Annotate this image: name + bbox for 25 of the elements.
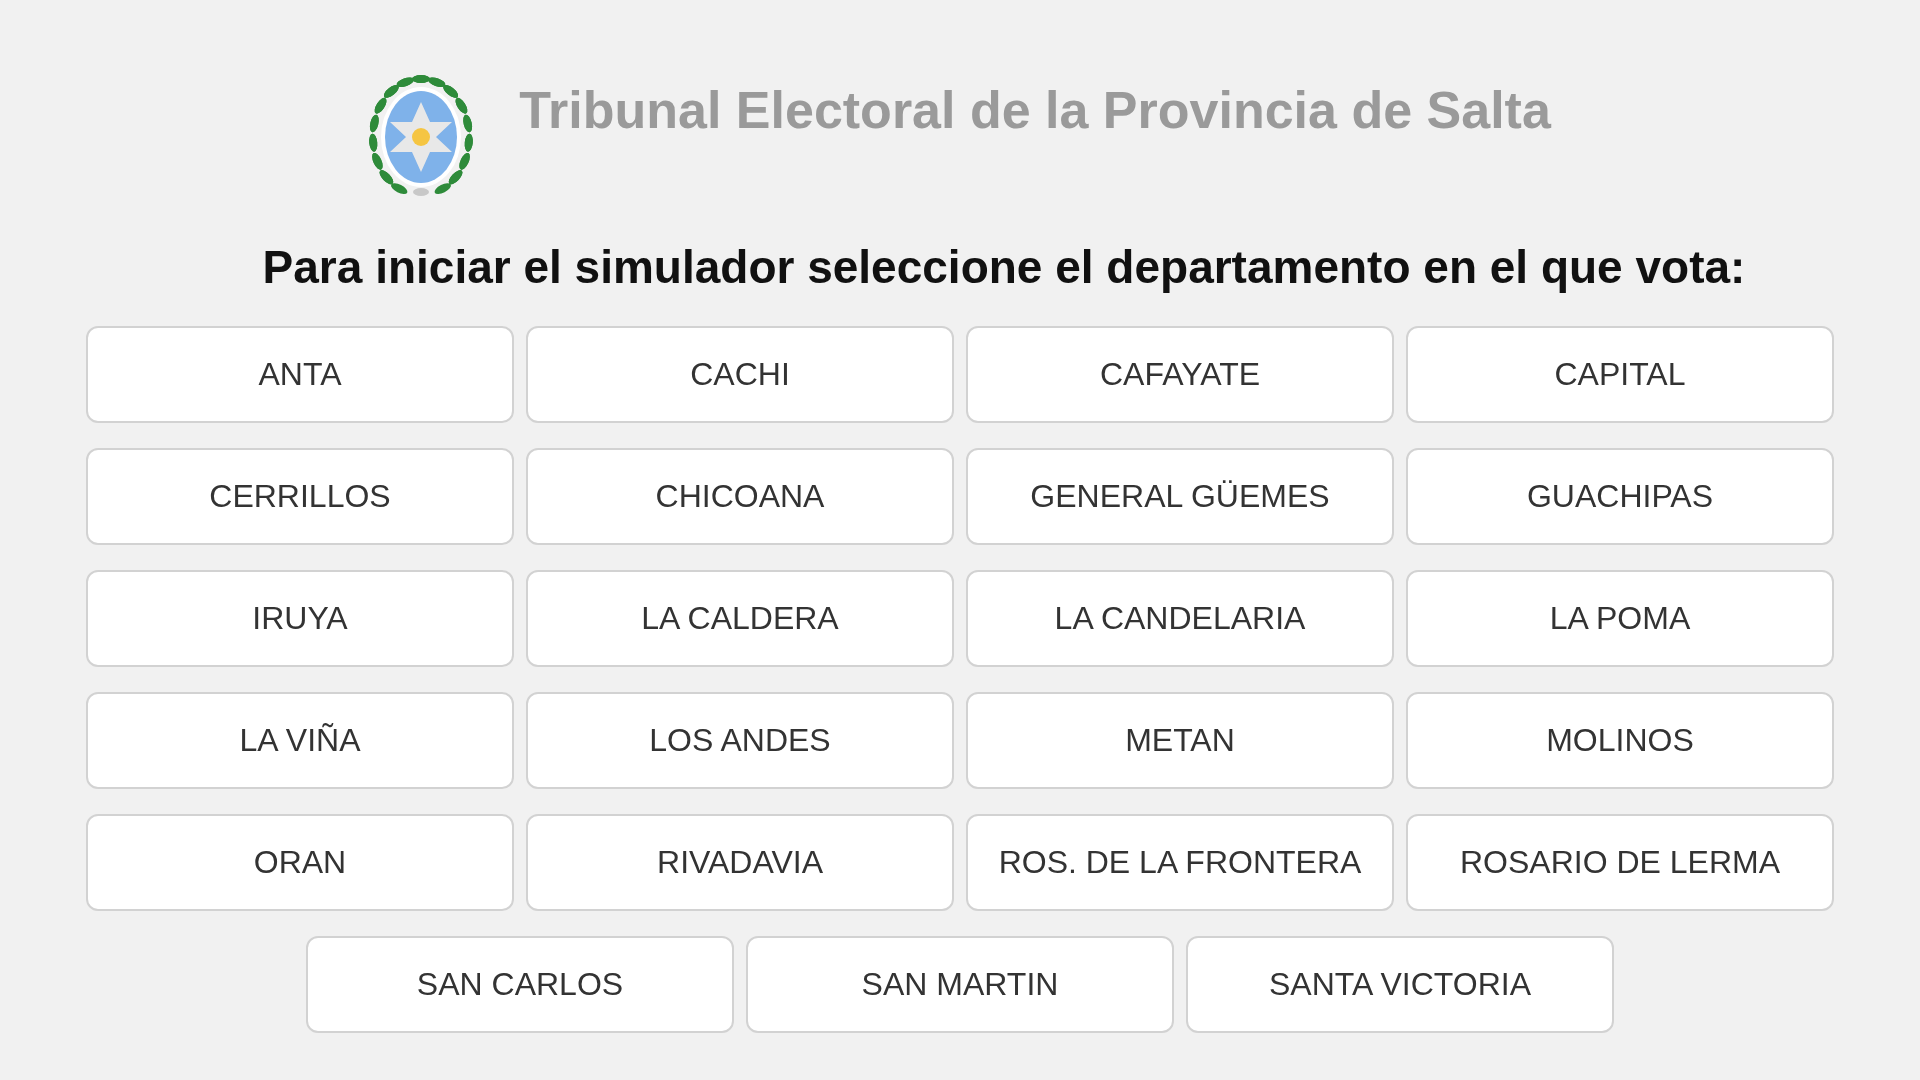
- department-button[interactable]: ROS. DE LA FRONTERA: [966, 814, 1394, 911]
- department-button[interactable]: RIVADAVIA: [526, 814, 954, 911]
- department-button[interactable]: LA CANDELARIA: [966, 570, 1394, 667]
- department-button[interactable]: CHICOANA: [526, 448, 954, 545]
- department-button[interactable]: LA VIÑA: [86, 692, 514, 789]
- department-button[interactable]: LOS ANDES: [526, 692, 954, 789]
- department-button[interactable]: ANTA: [86, 326, 514, 423]
- department-button[interactable]: CAPITAL: [1406, 326, 1834, 423]
- department-button[interactable]: SANTA VICTORIA: [1186, 936, 1614, 1033]
- department-button[interactable]: GUACHIPAS: [1406, 448, 1834, 545]
- department-button[interactable]: CACHI: [526, 326, 954, 423]
- department-button[interactable]: IRUYA: [86, 570, 514, 667]
- instruction-text: Para iniciar el simulador seleccione el departamento en el que vota:: [262, 240, 1746, 294]
- department-button[interactable]: LA POMA: [1406, 570, 1834, 667]
- department-button[interactable]: ROSARIO DE LERMA: [1406, 814, 1834, 911]
- page-title: Tribunal Electoral de la Provincia de Salta: [519, 80, 1551, 140]
- department-button[interactable]: SAN CARLOS: [306, 936, 734, 1033]
- department-button[interactable]: LA CALDERA: [526, 570, 954, 667]
- department-button[interactable]: SAN MARTIN: [746, 936, 1174, 1033]
- department-button[interactable]: ORAN: [86, 814, 514, 911]
- department-button[interactable]: CERRILLOS: [86, 448, 514, 545]
- department-button[interactable]: CAFAYATE: [966, 326, 1394, 423]
- department-button[interactable]: MOLINOS: [1406, 692, 1834, 789]
- department-button[interactable]: GENERAL GÜEMES: [966, 448, 1394, 545]
- department-button[interactable]: METAN: [966, 692, 1394, 789]
